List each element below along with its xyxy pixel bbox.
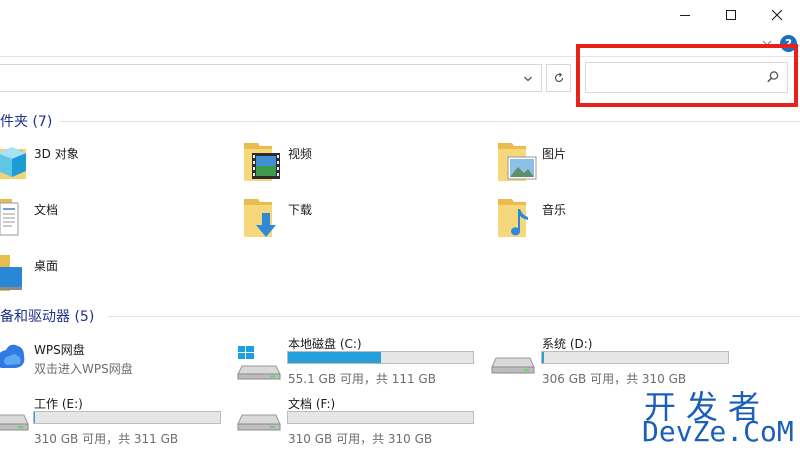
drive-f[interactable]: 文档 (F:) 310 GB 可用，共 310 GB: [236, 395, 486, 446]
drive-space-info: 310 GB 可用，共 311 GB: [34, 432, 179, 446]
music-folder-icon: [498, 199, 528, 237]
drive-e[interactable]: 工作 (E:) 310 GB 可用，共 311 GB: [0, 395, 230, 446]
drive-name: 工作 (E:): [34, 397, 83, 411]
folder-downloads[interactable]: 下载: [240, 195, 440, 243]
folder-label: 文档: [34, 203, 59, 217]
hard-drive-icon: [0, 414, 29, 431]
folder-3d-objects[interactable]: 3D 对象: [0, 139, 200, 187]
hard-drive-icon: [491, 357, 535, 374]
pictures-folder-icon: [498, 143, 537, 181]
section-divider: [60, 121, 800, 122]
drive-usage-bar: [541, 351, 729, 364]
folder-label: 图片: [542, 147, 567, 161]
folder-label: 视频: [288, 147, 313, 161]
folder-label: 桌面: [34, 259, 59, 273]
documents-folder-icon: [0, 199, 19, 236]
address-bar[interactable]: [0, 64, 542, 92]
refresh-icon: [554, 72, 563, 83]
drive-d[interactable]: 系统 (D:) 306 GB 可用，共 310 GB: [490, 334, 740, 386]
search-highlight-box: [576, 44, 798, 107]
desktop-folder-icon: [0, 255, 22, 291]
folders-section-header[interactable]: 件夹 (7): [0, 111, 52, 131]
minimize-button[interactable]: [662, 0, 708, 30]
watermark-logo: 开发者 DevZe.CoM: [640, 382, 794, 448]
refresh-button[interactable]: [546, 64, 571, 92]
windows-drive-icon: [237, 346, 281, 380]
folder-music[interactable]: 音乐: [494, 195, 694, 243]
folder-label: 下载: [288, 203, 313, 217]
folder-pictures[interactable]: 图片: [494, 139, 694, 187]
drives-section-header[interactable]: 备和驱动器 (5): [0, 306, 94, 326]
drive-space-info: 310 GB 可用，共 310 GB: [288, 432, 433, 446]
minimize-icon: [680, 15, 690, 16]
drive-usage-fill: [288, 352, 382, 363]
watermark-line2: DevZe.CoM: [642, 415, 794, 448]
drive-wps-cloud[interactable]: WPS网盘 双击进入WPS网盘: [0, 334, 230, 384]
wps-cloud-icon: [0, 344, 25, 368]
hard-drive-icon: [237, 414, 281, 431]
drive-name: 系统 (D:): [542, 337, 593, 351]
videos-folder-icon: [244, 143, 280, 181]
drive-c[interactable]: 本地磁盘 (C:) 55.1 GB 可用，共 111 GB: [236, 334, 486, 386]
drive-name: 本地磁盘 (C:): [288, 337, 362, 351]
drive-name: WPS网盘: [34, 343, 85, 357]
close-button[interactable]: [754, 0, 800, 30]
folder-label: 3D 对象: [34, 147, 79, 161]
folder-videos[interactable]: 视频: [240, 139, 440, 187]
drive-subtitle: 双击进入WPS网盘: [34, 362, 133, 376]
drive-name: 文档 (F:): [288, 397, 336, 411]
drive-usage-fill: [542, 352, 545, 363]
chevron-down-icon: [524, 76, 532, 82]
drive-usage-bar: [287, 351, 474, 364]
drive-usage-bar: [33, 411, 221, 424]
maximize-button[interactable]: [708, 0, 754, 30]
folder-documents[interactable]: 文档: [0, 195, 200, 243]
address-dropdown-button[interactable]: [519, 71, 537, 87]
drive-usage-bar: [287, 411, 474, 424]
section-divider: [108, 316, 800, 317]
drive-usage-fill: [34, 412, 35, 423]
maximize-icon: [726, 10, 736, 20]
folder-label: 音乐: [542, 203, 567, 217]
drive-space-info: 55.1 GB 可用，共 111 GB: [288, 372, 436, 386]
3d-objects-folder-icon: [0, 147, 26, 179]
folder-desktop[interactable]: 桌面: [0, 251, 200, 299]
close-icon: [771, 9, 783, 21]
downloads-folder-icon: [244, 199, 276, 237]
